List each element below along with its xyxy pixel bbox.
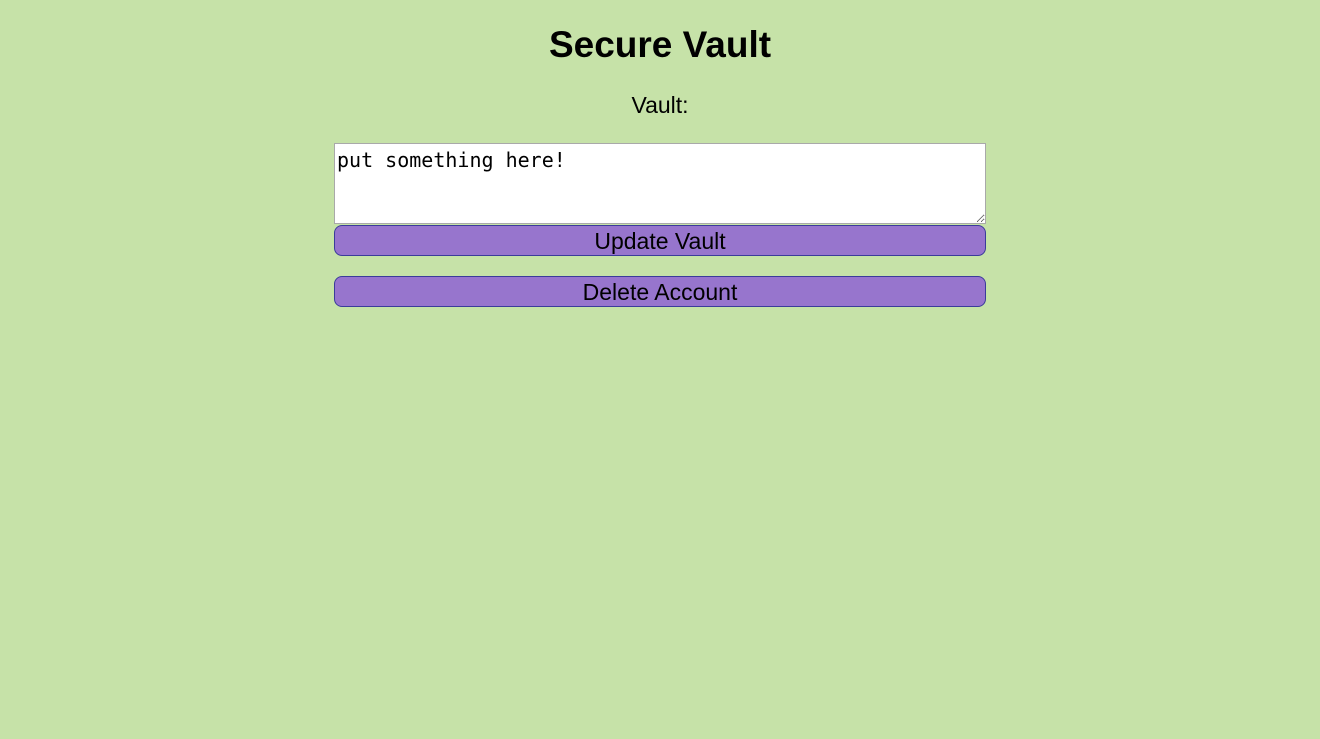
update-vault-button[interactable]: Update Vault (334, 225, 986, 256)
vault-label: Vault: (631, 92, 689, 118)
vault-textarea[interactable]: put something here! (334, 143, 986, 224)
page-title: Secure Vault (548, 24, 772, 65)
delete-account-button[interactable]: Delete Account (334, 276, 986, 307)
